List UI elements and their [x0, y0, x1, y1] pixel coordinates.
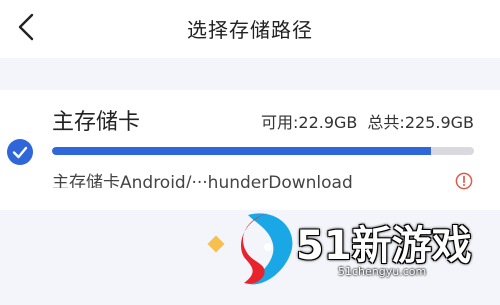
- available-space: 可用:22.9GB: [261, 113, 358, 132]
- header-bar: 选择存储路径: [0, 0, 500, 58]
- storage-name: 主存储卡: [52, 110, 141, 135]
- selected-check-icon[interactable]: [7, 139, 33, 165]
- storage-path: 主存储卡Android/···hunderDownload: [52, 173, 353, 188]
- storage-capacity: 可用:22.9GB 总共:225.9GB: [261, 109, 474, 133]
- storage-usage-fill: [52, 147, 432, 155]
- total-space: 总共:225.9GB: [367, 113, 474, 132]
- watermark-logo: [241, 213, 293, 285]
- page-title: 选择存储路径: [187, 18, 313, 42]
- watermark-url: 51chengyu.com: [338, 265, 427, 278]
- warning-circle-icon[interactable]: [455, 172, 473, 190]
- watermark-text: 51新游戏: [296, 223, 472, 269]
- storage-usage-bar: [52, 147, 474, 155]
